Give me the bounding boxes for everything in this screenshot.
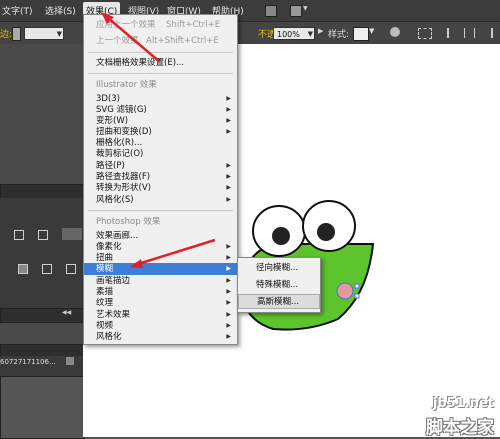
annotation-overlay xyxy=(101,12,216,268)
red-arrow-2 xyxy=(137,238,216,266)
red-arrow-2-head xyxy=(130,259,143,268)
red-arrow-1 xyxy=(107,17,161,63)
watermark-url: jb51.net xyxy=(432,396,494,411)
watermark-site-name: 脚本之家 xyxy=(426,418,494,438)
